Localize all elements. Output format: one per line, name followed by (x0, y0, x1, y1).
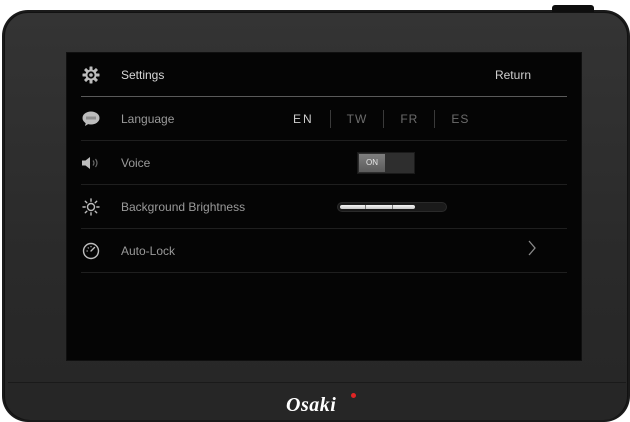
return-button[interactable]: Return (495, 68, 531, 82)
settings-screen: Settings Return Language EN TW FR ES Voi… (66, 52, 582, 361)
brightness-slider[interactable] (337, 201, 447, 212)
setting-label-voice: Voice (121, 155, 151, 170)
setting-row-voice: Voice ON (81, 141, 567, 185)
speaker-icon (81, 153, 101, 173)
language-option-tw[interactable]: TW (331, 112, 384, 126)
sun-icon (81, 197, 101, 217)
language-option-fr[interactable]: FR (384, 112, 434, 126)
power-button[interactable] (552, 5, 594, 12)
gear-icon (81, 65, 101, 85)
slider-segment-mark (365, 204, 366, 209)
language-option-es[interactable]: ES (435, 112, 485, 126)
brightness-slider-fill (340, 204, 415, 209)
setting-row-language: Language EN TW FR ES (81, 97, 567, 141)
setting-label-language: Language (121, 111, 175, 126)
timer-icon (81, 241, 101, 261)
toggle-on-label: ON (359, 153, 385, 172)
brand-logo: Osaki (286, 394, 337, 416)
setting-row-autolock[interactable]: Auto-Lock (81, 229, 567, 273)
language-selector: EN TW FR ES (293, 109, 485, 128)
setting-row-brightness: Background Brightness (81, 185, 567, 229)
language-option-en[interactable]: EN (293, 112, 330, 126)
speech-bubble-abc-icon (81, 109, 101, 129)
slider-segment-mark (392, 204, 393, 209)
settings-header: Settings Return (81, 53, 567, 97)
page-title: Settings (121, 67, 165, 82)
chevron-right-icon[interactable] (527, 240, 537, 261)
brand-logo-dot (351, 393, 356, 398)
voice-toggle[interactable]: ON (357, 151, 415, 174)
setting-label-autolock: Auto-Lock (121, 243, 176, 258)
setting-label-brightness: Background Brightness (121, 199, 246, 214)
